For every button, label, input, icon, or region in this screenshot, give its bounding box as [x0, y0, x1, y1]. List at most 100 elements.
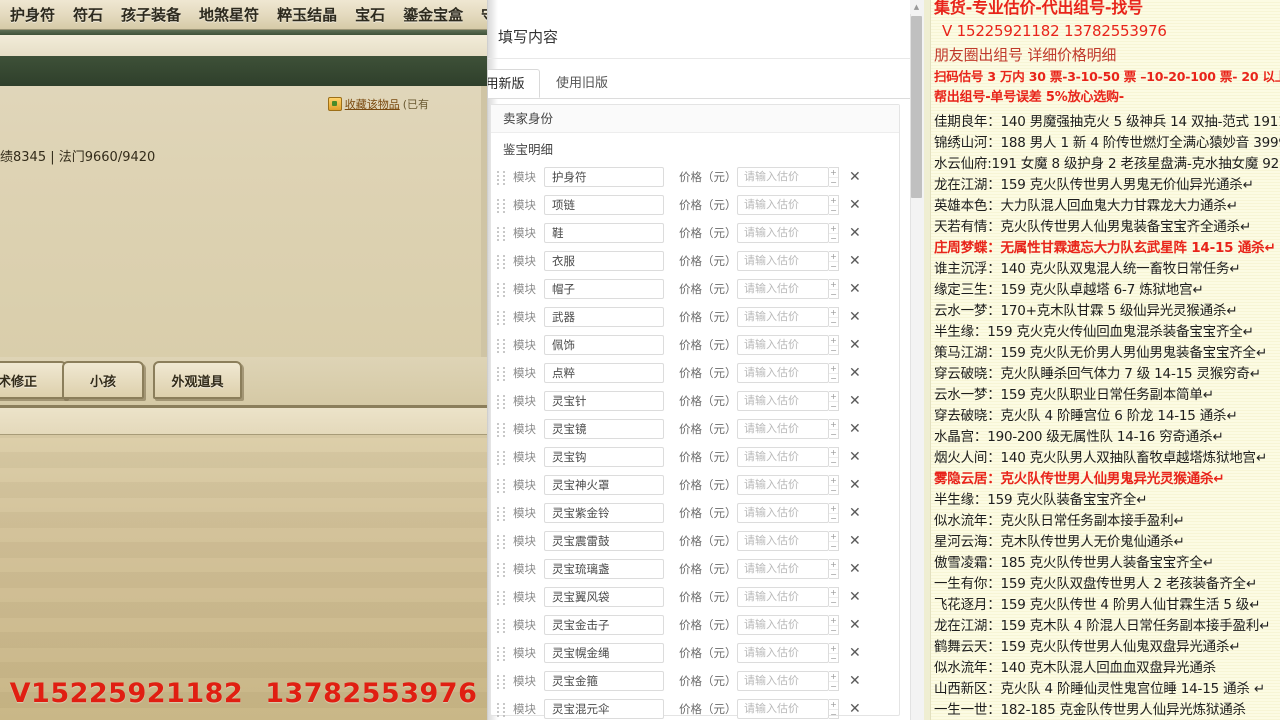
item-name-input[interactable]: 灵宝神火罩: [544, 475, 664, 495]
item-name-input[interactable]: 灵宝金击子: [544, 615, 664, 635]
drag-handle-icon[interactable]: [497, 171, 506, 185]
stepper-up-icon[interactable]: +: [829, 392, 838, 402]
delete-row-icon[interactable]: ✕: [849, 366, 861, 380]
delete-row-icon[interactable]: ✕: [849, 618, 861, 632]
delete-row-icon[interactable]: ✕: [849, 394, 861, 408]
price-input[interactable]: 请输入估价: [737, 671, 829, 691]
favorite-link[interactable]: 收藏该物品: [345, 96, 400, 112]
stepper-down-icon[interactable]: −: [829, 654, 838, 663]
drag-handle-icon[interactable]: [497, 451, 506, 465]
drag-handle-icon[interactable]: [497, 703, 506, 717]
stepper-up-icon[interactable]: +: [829, 168, 838, 178]
stepper-down-icon[interactable]: −: [829, 234, 838, 243]
price-stepper[interactable]: + −: [829, 419, 839, 439]
price-input[interactable]: 请输入估价: [737, 279, 829, 299]
stepper-down-icon[interactable]: −: [829, 430, 838, 439]
stepper-up-icon[interactable]: +: [829, 644, 838, 654]
price-stepper[interactable]: + −: [829, 251, 839, 271]
price-stepper[interactable]: + −: [829, 363, 839, 383]
drag-handle-icon[interactable]: [497, 367, 506, 381]
item-name-input[interactable]: 灵宝镜: [544, 419, 664, 439]
drag-handle-icon[interactable]: [497, 283, 506, 297]
stepper-up-icon[interactable]: +: [829, 700, 838, 710]
stepper-up-icon[interactable]: +: [829, 280, 838, 290]
item-name-input[interactable]: 灵宝震雷鼓: [544, 531, 664, 551]
stepper-down-icon[interactable]: −: [829, 542, 838, 551]
delete-row-icon[interactable]: ✕: [849, 534, 861, 548]
drag-handle-icon[interactable]: [497, 311, 506, 325]
item-name-input[interactable]: 点粹: [544, 363, 664, 383]
delete-row-icon[interactable]: ✕: [849, 422, 861, 436]
item-name-input[interactable]: 灵宝钩: [544, 447, 664, 467]
tab-old-version[interactable]: 使用旧版: [544, 69, 620, 98]
game-bottom-tab-1[interactable]: 小孩: [62, 361, 144, 399]
scroll-up-arrow-icon[interactable]: ▲: [910, 0, 923, 14]
delete-row-icon[interactable]: ✕: [849, 590, 861, 604]
game-tab-1[interactable]: 符石: [73, 4, 103, 25]
drag-handle-icon[interactable]: [497, 227, 506, 241]
delete-row-icon[interactable]: ✕: [849, 282, 861, 296]
price-input[interactable]: 请输入估价: [737, 503, 829, 523]
favorite-row[interactable]: 收藏该物品 (已有: [327, 96, 429, 112]
price-stepper[interactable]: + −: [829, 503, 839, 523]
price-input[interactable]: 请输入估价: [737, 447, 829, 467]
drag-handle-icon[interactable]: [497, 339, 506, 353]
price-input[interactable]: 请输入估价: [737, 419, 829, 439]
stepper-up-icon[interactable]: +: [829, 364, 838, 374]
stepper-down-icon[interactable]: −: [829, 710, 838, 719]
price-input[interactable]: 请输入估价: [737, 615, 829, 635]
stepper-down-icon[interactable]: −: [829, 486, 838, 495]
price-input[interactable]: 请输入估价: [737, 699, 829, 719]
stepper-up-icon[interactable]: +: [829, 616, 838, 626]
price-stepper[interactable]: + −: [829, 699, 839, 719]
price-input[interactable]: 请输入估价: [737, 559, 829, 579]
stepper-down-icon[interactable]: −: [829, 178, 838, 187]
stepper-down-icon[interactable]: −: [829, 570, 838, 579]
price-input[interactable]: 请输入估价: [737, 223, 829, 243]
price-stepper[interactable]: + −: [829, 279, 839, 299]
item-name-input[interactable]: 灵宝混元伞: [544, 699, 664, 719]
price-stepper[interactable]: + −: [829, 223, 839, 243]
stepper-down-icon[interactable]: −: [829, 290, 838, 299]
drag-handle-icon[interactable]: [497, 619, 506, 633]
stepper-down-icon[interactable]: −: [829, 458, 838, 467]
price-input[interactable]: 请输入估价: [737, 195, 829, 215]
item-name-input[interactable]: 衣服: [544, 251, 664, 271]
price-stepper[interactable]: + −: [829, 391, 839, 411]
delete-row-icon[interactable]: ✕: [849, 506, 861, 520]
price-input[interactable]: 请输入估价: [737, 251, 829, 271]
item-name-input[interactable]: 灵宝琉璃盏: [544, 559, 664, 579]
price-input[interactable]: 请输入估价: [737, 587, 829, 607]
drag-handle-icon[interactable]: [497, 255, 506, 269]
delete-row-icon[interactable]: ✕: [849, 170, 861, 184]
price-input[interactable]: 请输入估价: [737, 391, 829, 411]
stepper-down-icon[interactable]: −: [829, 626, 838, 635]
price-stepper[interactable]: + −: [829, 167, 839, 187]
price-input[interactable]: 请输入估价: [737, 531, 829, 551]
stepper-down-icon[interactable]: −: [829, 374, 838, 383]
game-bottom-tab-0[interactable]: 术修正: [0, 361, 67, 399]
price-input[interactable]: 请输入估价: [737, 167, 829, 187]
item-name-input[interactable]: 灵宝紫金铃: [544, 503, 664, 523]
stepper-up-icon[interactable]: +: [829, 532, 838, 542]
price-stepper[interactable]: + −: [829, 559, 839, 579]
game-tab-3[interactable]: 地煞星符: [199, 4, 259, 25]
delete-row-icon[interactable]: ✕: [849, 646, 861, 660]
stepper-down-icon[interactable]: −: [829, 402, 838, 411]
price-stepper[interactable]: + −: [829, 531, 839, 551]
stepper-up-icon[interactable]: +: [829, 252, 838, 262]
delete-row-icon[interactable]: ✕: [849, 478, 861, 492]
price-input[interactable]: 请输入估价: [737, 475, 829, 495]
price-stepper[interactable]: + −: [829, 335, 839, 355]
stepper-up-icon[interactable]: +: [829, 224, 838, 234]
drag-handle-icon[interactable]: [497, 675, 506, 689]
game-tab-0[interactable]: 护身符: [10, 4, 55, 25]
game-category-tabbar[interactable]: 护身符 符石 孩子装备 地煞星符 粹玉结晶 宝石 鎏金宝盒 守护石: [0, 0, 487, 30]
stepper-up-icon[interactable]: +: [829, 336, 838, 346]
delete-row-icon[interactable]: ✕: [849, 338, 861, 352]
stepper-down-icon[interactable]: −: [829, 262, 838, 271]
stepper-up-icon[interactable]: +: [829, 560, 838, 570]
price-input[interactable]: 请输入估价: [737, 363, 829, 383]
delete-row-icon[interactable]: ✕: [849, 674, 861, 688]
delete-row-icon[interactable]: ✕: [849, 198, 861, 212]
